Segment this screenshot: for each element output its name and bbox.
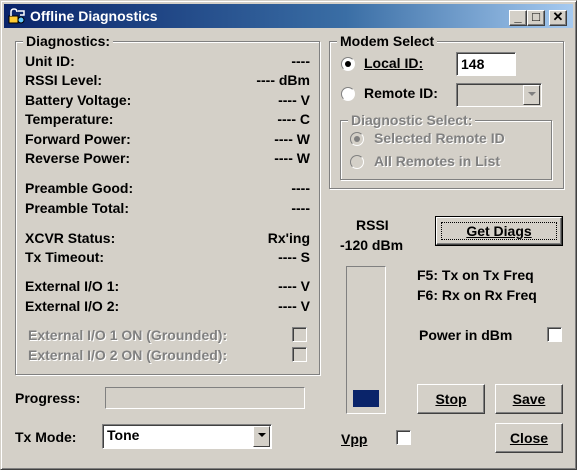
io2-grounded-checkbox[interactable]	[292, 347, 307, 362]
diagnostic-select-legend: Diagnostic Select:	[348, 112, 476, 128]
hint-f6: F6: Rx on Rx Freq	[417, 287, 537, 303]
external-io2-label: External I/O 2:	[25, 298, 120, 314]
tx-mode-value: Tone	[107, 427, 140, 443]
temperature-value: ---- C	[277, 111, 310, 127]
reverse-power-label: Reverse Power:	[25, 150, 131, 166]
selected-remote-label: Selected Remote ID	[374, 130, 505, 146]
reverse-power-value: ---- W	[274, 150, 310, 166]
diagnostics-legend: Diagnostics:	[23, 33, 114, 49]
io1-grounded-checkbox[interactable]	[292, 327, 307, 342]
hint-f5: F5: Tx on Tx Freq	[417, 267, 534, 283]
maximize-button[interactable]: □	[527, 9, 545, 26]
external-io1-value: ---- V	[278, 278, 310, 294]
rssi-level-label: RSSI Level:	[25, 72, 103, 88]
local-id-field[interactable]	[456, 52, 516, 76]
close-button[interactable]: Close	[495, 423, 563, 453]
progress-bar	[105, 387, 305, 409]
close-label: Close	[509, 430, 549, 446]
io2-grounded-label: External I/O 2 ON (Grounded):	[28, 347, 228, 363]
radio-selected-dot	[345, 61, 351, 67]
stop-label: Stop	[435, 391, 467, 407]
xcvr-status-label: XCVR Status:	[25, 230, 116, 246]
stop-button[interactable]: Stop	[417, 384, 485, 414]
maximize-icon: □	[532, 9, 540, 24]
close-icon: ✕	[552, 9, 564, 24]
minimize-icon: _	[514, 9, 522, 24]
save-label: Save	[512, 391, 546, 407]
tx-mode-dropdown-button[interactable]	[253, 426, 270, 447]
preamble-good-label: Preamble Good:	[25, 180, 134, 196]
all-remotes-radio[interactable]	[350, 155, 364, 169]
save-button[interactable]: Save	[495, 384, 563, 414]
external-io2-value: ---- V	[278, 298, 310, 314]
vpp-checkbox[interactable]	[396, 430, 411, 445]
local-id-radio[interactable]	[341, 57, 355, 71]
rssi-meter	[346, 266, 386, 414]
battery-voltage-value: ---- V	[278, 92, 310, 108]
title-bar[interactable]: Offline Diagnostics _ □ ✕	[4, 4, 573, 28]
forward-power-label: Forward Power:	[25, 131, 131, 147]
rssi-meter-fill	[353, 390, 379, 407]
remote-id-combo[interactable]	[456, 83, 542, 107]
unit-id-value: ----	[291, 53, 310, 69]
preamble-total-label: Preamble Total:	[25, 200, 129, 216]
diagnostic-select-group: Diagnostic Select: Selected Remote ID Al…	[340, 112, 552, 180]
xcvr-status-value: Rx'ing	[267, 230, 310, 246]
chevron-down-icon	[528, 92, 536, 96]
io1-grounded-label: External I/O 1 ON (Grounded):	[28, 327, 228, 343]
remote-id-label: Remote ID:	[364, 85, 438, 101]
selected-remote-radio[interactable]	[350, 132, 364, 146]
battery-voltage-label: Battery Voltage:	[25, 92, 132, 108]
remote-id-dropdown-button[interactable]	[523, 85, 540, 105]
unit-id-label: Unit ID:	[25, 53, 75, 69]
tx-timeout-label: Tx Timeout:	[25, 249, 105, 265]
close-window-button[interactable]: ✕	[549, 9, 567, 26]
preamble-total-value: ----	[291, 200, 310, 216]
power-in-dbm-checkbox[interactable]	[547, 327, 562, 342]
modem-select-legend: Modem Select	[337, 33, 438, 49]
radio-selected-dot	[354, 136, 360, 142]
window-title: Offline Diagnostics	[30, 8, 158, 24]
tx-mode-select[interactable]: Tone	[102, 424, 272, 449]
rssi-value-text: -120 dBm	[340, 237, 404, 253]
forward-power-value: ---- W	[274, 131, 310, 147]
chevron-down-icon	[258, 433, 266, 437]
external-io1-label: External I/O 1:	[25, 278, 120, 294]
local-id-label: Local ID:	[364, 55, 424, 71]
tx-mode-label: Tx Mode:	[15, 429, 77, 445]
remote-id-radio[interactable]	[341, 87, 355, 101]
offline-diagnostics-window: Offline Diagnostics _ □ ✕ Diagnostics: U…	[0, 0, 577, 470]
power-in-dbm-label: Power in dBm	[419, 327, 513, 343]
focus-rectangle	[441, 222, 557, 240]
all-remotes-label: All Remotes in List	[374, 153, 501, 169]
diagnostics-group: Diagnostics: Unit ID: ---- RSSI Level: -…	[15, 33, 320, 375]
rssi-level-value: ---- dBm	[256, 72, 310, 88]
minimize-button[interactable]: _	[509, 9, 527, 26]
temperature-label: Temperature:	[25, 111, 114, 127]
modem-select-group: Modem Select Local ID: Remote ID: Diagno…	[329, 33, 564, 189]
progress-label: Progress:	[15, 390, 81, 406]
preamble-good-value: ----	[291, 180, 310, 196]
app-icon	[8, 8, 25, 24]
get-diags-button[interactable]: Get Diags	[435, 216, 563, 246]
rssi-label: RSSI	[356, 217, 389, 233]
tx-timeout-value: ---- S	[278, 249, 310, 265]
vpp-label: Vpp	[341, 431, 368, 447]
